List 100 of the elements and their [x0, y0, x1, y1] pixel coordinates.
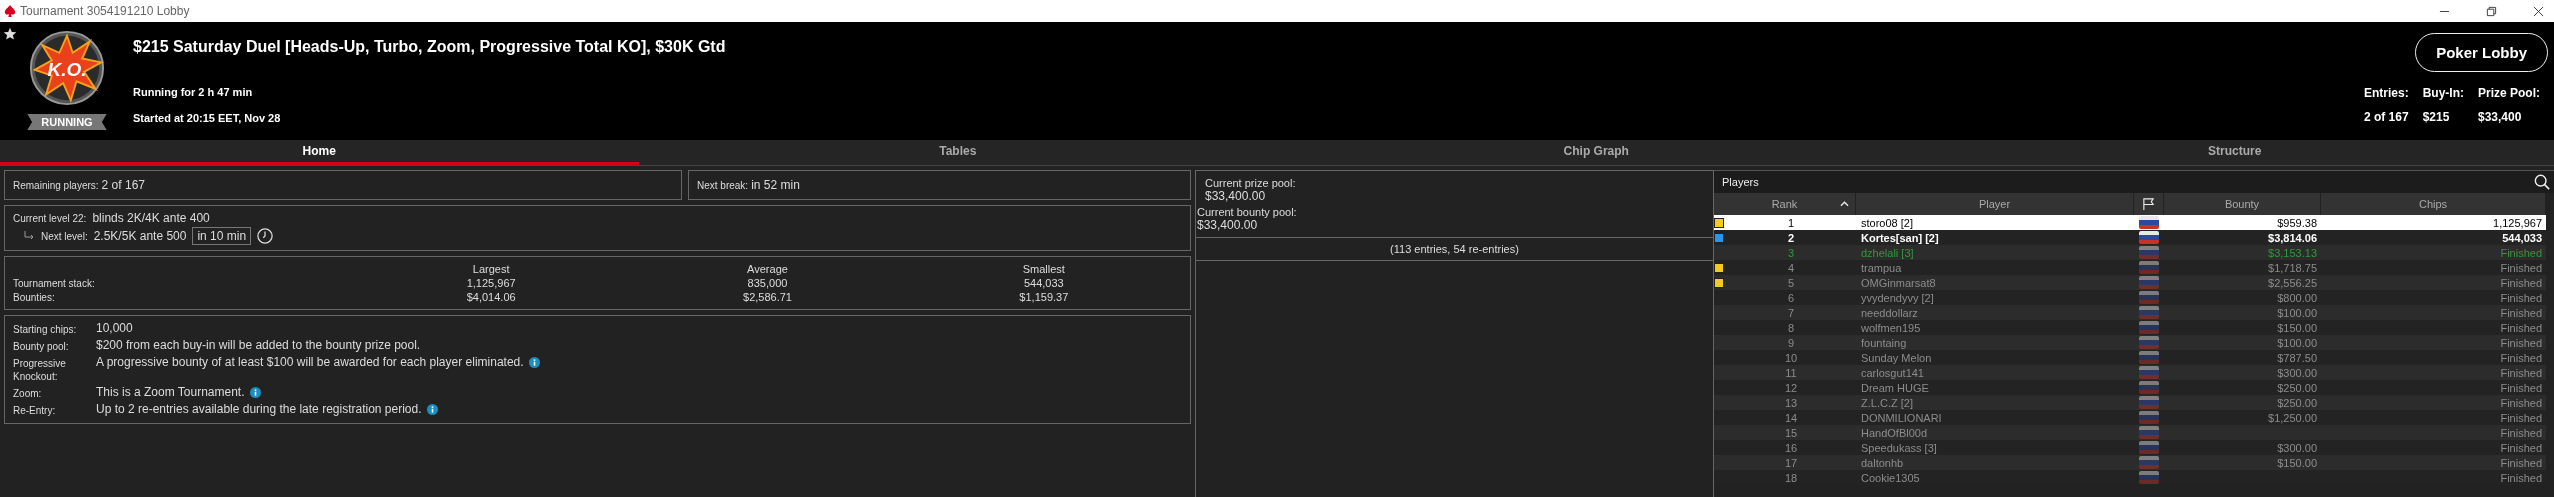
tab[interactable]: Chip Graph: [1277, 140, 1916, 165]
pool-value: $33,400.00: [1204, 189, 1267, 203]
stack-column-header: Smallest: [1021, 263, 1066, 275]
flag-icon: [2142, 197, 2155, 211]
tab[interactable]: Tables: [638, 140, 1277, 165]
rank-cell-text: 14: [1783, 411, 1799, 424]
chips-cell-text: Finished: [2499, 336, 2543, 349]
info-icon[interactable]: [426, 404, 438, 415]
running-time: Running for 2 h 47 min: [133, 86, 254, 98]
player-row[interactable]: 5 OMGinmarsat8 $2,556.25 Finished: [1714, 275, 2546, 290]
country-flag-icon: [2139, 471, 2159, 484]
knockout-logo: K.O.: [29, 30, 105, 106]
player-name: Cookie1305: [1860, 471, 1921, 484]
player-row[interactable]: 9 fountaing $100.00 Finished: [1714, 335, 2546, 350]
stack-value: 1,125,967: [465, 277, 517, 289]
chips-cell-text: Finished: [2499, 381, 2543, 394]
level-value: 2.5K/5K ante 500: [93, 229, 187, 243]
bounty-cell-text: $150.00: [2276, 321, 2318, 334]
player-row[interactable]: 15 HandOfBl00d Finished: [1714, 425, 2546, 440]
detail-value: Up to 2 re-entries available during the late registration period.: [96, 402, 422, 416]
country-flag-icon: [2139, 291, 2159, 304]
bounty-cell-text: $1,718.75: [2267, 261, 2318, 274]
rank-cell-text: 11: [1784, 366, 1798, 379]
chips-cell-text: Finished: [2499, 261, 2543, 274]
player-name: DONMILIONARI: [1860, 411, 1943, 424]
window-title: Tournament 3054191210 Lobby: [20, 4, 190, 18]
chips-cell-text: Finished: [2499, 366, 2543, 379]
chips-cell-text: Finished: [2499, 471, 2543, 484]
player-row[interactable]: 3 dzhelali [3] $3,153.13 Finished: [1714, 245, 2546, 260]
star-icon[interactable]: [3, 27, 17, 41]
detail-label: Progressive Knockout:: [13, 357, 67, 383]
player-name: HandOfBl00d: [1860, 426, 1929, 439]
stat-label: Entries:: [2363, 86, 2409, 100]
chips-cell-text: Finished: [2499, 321, 2543, 334]
stack-value: $4,014.06: [465, 291, 517, 303]
chips-cell-text: 1,125,967: [2492, 216, 2543, 229]
info-icon[interactable]: [528, 357, 540, 368]
stat-value: $33,400: [2478, 110, 2523, 124]
pool-label: Current bounty pool:: [1197, 206, 1298, 218]
chips-cell-text: Finished: [2499, 291, 2543, 304]
player-row[interactable]: 13 Z.L.C.Z [2] $250.00 Finished: [1714, 395, 2546, 410]
tab[interactable]: Home: [0, 140, 639, 165]
detail-value: A progressive bounty of at least $100 will be awarded for each player eliminated.: [96, 355, 524, 369]
player-row[interactable]: 7 needdollarz $100.00 Finished: [1714, 305, 2546, 320]
chips-cell-text: Finished: [2499, 351, 2543, 364]
poker-lobby-button[interactable]: Poker Lobby: [2415, 33, 2548, 72]
restore-icon[interactable]: [2486, 5, 2497, 17]
stat-label: Buy-In:: [2422, 86, 2464, 100]
rank-cell-text: 7: [1786, 306, 1796, 319]
stack-row-label: Tournament stack:: [13, 278, 96, 289]
player-name: trampua: [1860, 261, 1903, 274]
player-name: Kortes[san] [2]: [1860, 231, 1940, 244]
stat-value: 2 of 167: [2363, 110, 2409, 124]
chips-cell-text: Finished: [2499, 426, 2543, 439]
pool-label: Current prize pool:: [1204, 177, 1297, 189]
player-row[interactable]: 11 carlosgut141 $300.00 Finished: [1714, 365, 2546, 380]
rank-cell-text: 15: [1783, 426, 1799, 439]
stack-value: $1,159.37: [1018, 291, 1070, 303]
country-flag-icon: [2139, 456, 2159, 469]
detail-value: $200 from each buy-in will be added to the bounty prize pool.: [96, 338, 421, 352]
clock-icon: [257, 228, 274, 244]
stat-label: Prize Pool:: [2478, 86, 2540, 100]
player-name: daltonhb: [1860, 456, 1905, 469]
rank-cell-text: 13: [1783, 396, 1799, 409]
player-name: Speedukass [3]: [1860, 441, 1938, 454]
detail-label: Zoom:: [13, 387, 43, 400]
stack-row-label: Bounties:: [13, 292, 56, 303]
players-title: Players: [1722, 176, 1759, 188]
player-row[interactable]: 1 storo08 [2] $959.38 1,125,967: [1714, 215, 2546, 230]
rank-cell-text: 2: [1786, 231, 1796, 244]
time-box: in 10 min: [192, 227, 252, 245]
country-flag-icon: [2139, 336, 2159, 349]
country-flag-icon: [2139, 411, 2159, 424]
search-icon[interactable]: [2534, 174, 2550, 190]
tab[interactable]: Structure: [1915, 140, 2554, 165]
player-name: needdollarz: [1860, 306, 1919, 319]
player-name: OMGinmarsat8: [1860, 276, 1937, 289]
player-name: storo08 [2]: [1860, 216, 1914, 229]
player-name: wolfmen195: [1860, 321, 1922, 334]
country-flag-icon: [2139, 321, 2159, 334]
info-icon[interactable]: [249, 387, 261, 398]
bounty-cell-text: $3,814.06: [2267, 231, 2318, 244]
player-name: fountaing: [1860, 336, 1908, 349]
bounty-cell-text: $787.50: [2276, 351, 2318, 364]
stat-value: $215: [2422, 110, 2451, 124]
player-name: Dream HUGE: [1860, 381, 1930, 394]
stack-column-header: Largest: [471, 263, 511, 275]
rank-cell-text: 10: [1783, 351, 1799, 364]
summary-label: Remaining players:: [13, 180, 99, 191]
detail-value: This is a Zoom Tournament.: [96, 385, 245, 399]
player-name: yvydendyvy [2]: [1860, 291, 1935, 304]
close-icon[interactable]: [2533, 5, 2544, 17]
bounty-cell-text: $100.00: [2276, 306, 2318, 319]
bounty-cell-text: $150.00: [2276, 456, 2318, 469]
player-row[interactable]: 17 daltonhb $150.00 Finished: [1714, 455, 2546, 470]
rank-cell-text: 1: [1786, 216, 1796, 229]
player-name: dzhelali [3]: [1860, 246, 1915, 259]
entries-note: (113 entries, 54 re-entries): [1196, 238, 1713, 261]
chips-cell-text: Finished: [2499, 306, 2543, 319]
chips-cell-text: Finished: [2499, 246, 2543, 259]
